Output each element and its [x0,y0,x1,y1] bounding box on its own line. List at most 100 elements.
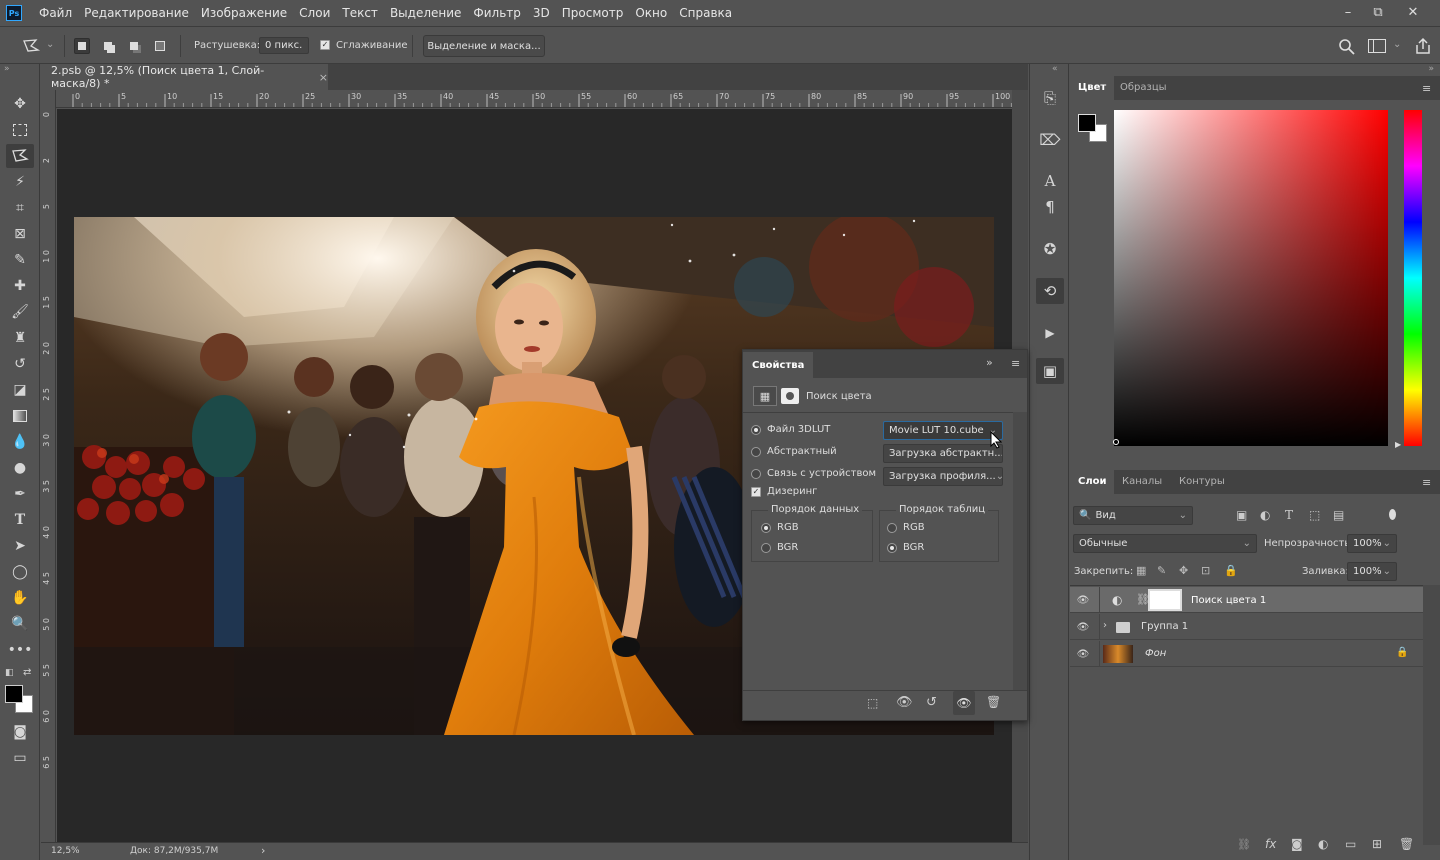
polygonal-lasso-preset-icon[interactable] [20,36,44,56]
adjustments-panel-icon[interactable]: ⟲ [1036,278,1064,304]
add-selection-icon[interactable] [100,38,116,54]
layer-style-fx-icon[interactable]: fx [1265,837,1276,851]
restore-button[interactable]: ⧉ [1363,0,1393,24]
layer-name[interactable]: Поиск цвета 1 [1191,595,1266,606]
table-order-rgb[interactable]: RGB [887,522,925,533]
swap-colors-icon[interactable]: ⇄ [23,667,31,678]
tab-paths[interactable]: Контуры [1179,470,1225,494]
add-mask-icon[interactable]: ◙ [1291,837,1303,851]
visibility-eye-icon[interactable]: 👁 [1076,647,1090,661]
history-panel-icon[interactable]: ⎘ [1036,85,1064,111]
radio-data-rgb[interactable] [761,522,771,533]
menu-window[interactable]: Окно [629,0,673,26]
eraser-tool-icon[interactable]: ◪ [6,378,34,402]
layer-name[interactable]: Фон [1145,648,1166,659]
layer-row[interactable]: 👁 Фон 🔒 [1070,641,1423,667]
menu-filter[interactable]: Фильтр [467,0,526,26]
collapse-panel-icon[interactable]: » [986,356,993,369]
layer-row[interactable]: 👁 ◐ ⛓ Поиск цвета 1 [1070,587,1423,613]
gradient-tool-icon[interactable] [6,404,34,428]
default-colors-icon[interactable]: ◧ [5,668,14,678]
radio-table-rgb[interactable] [887,522,897,533]
link-layers-icon[interactable]: ⛓ [1237,838,1251,851]
workspace-icon[interactable] [1368,39,1386,53]
brush-settings-panel-icon[interactable]: ⌦ [1036,127,1064,153]
color-foreground-swatch[interactable] [1078,114,1096,132]
radio-table-bgr[interactable] [887,542,897,553]
menu-image[interactable]: Изображение [195,0,293,26]
toggle-visibility-icon[interactable]: 👁 [953,691,975,715]
ellipse-tool-icon[interactable]: ◯ [6,560,34,584]
properties-scrollbar[interactable] [1013,412,1027,690]
layer-name[interactable]: Группа 1 [1141,621,1188,632]
search-icon[interactable] [1338,38,1356,56]
filter-pixel-icon[interactable]: ▣ [1236,508,1247,522]
radio-3dlut[interactable] [751,424,761,435]
actions-panel-icon[interactable]: ▶ [1036,320,1064,346]
filter-toggle-switch[interactable] [1389,509,1396,520]
table-order-bgr[interactable]: BGR [887,542,924,553]
layer-filter-select[interactable]: 🔍 Вид ⌄ [1073,506,1193,525]
stamp-tool-icon[interactable]: ♜ [6,326,34,350]
crop-tool-icon[interactable]: ⌗ [6,196,34,220]
device-link-select[interactable]: Загрузка профиля...⌄ [883,467,1003,486]
tab-swatches[interactable]: Образцы [1120,76,1167,100]
menu-select[interactable]: Выделение [384,0,467,26]
radio-data-bgr[interactable] [761,542,771,553]
collapse-toolbar-icon[interactable]: » [4,64,10,74]
option-abstract[interactable]: Абстрактный [751,446,837,457]
tab-channels[interactable]: Каналы [1122,470,1162,494]
data-order-bgr[interactable]: BGR [761,542,798,553]
dodge-tool-icon[interactable]: ● [6,456,34,480]
reset-icon[interactable]: ↺ [926,695,937,710]
quick-mask-icon[interactable]: ◙ [6,720,34,744]
data-order-rgb[interactable]: RGB [761,522,799,533]
group-expand-chevron-icon[interactable]: › [1103,620,1107,631]
lock-artboard-icon[interactable]: ⊡ [1201,564,1210,577]
color-picker-field[interactable] [1114,110,1388,446]
layers-panel-menu-icon[interactable]: ≡ [1422,476,1431,489]
collapse-strip-icon[interactable]: « [1052,64,1058,74]
new-adjustment-icon[interactable]: ◐ [1318,837,1328,851]
mask-properties-icon[interactable] [781,388,799,404]
frame-tool-icon[interactable]: ⊠ [6,222,34,246]
workspace-chevron-icon[interactable]: ⌄ [1393,39,1401,50]
marquee-tool-icon[interactable] [6,118,34,142]
lock-position-icon[interactable]: ✥ [1179,564,1188,577]
more-tools-icon[interactable]: ••• [6,638,34,662]
option-3dlut[interactable]: Файл 3DLUT [751,424,830,435]
brush-tool-icon[interactable]: 🖌 [6,300,34,324]
feather-input[interactable]: 0 пикс. [259,37,309,54]
lock-all-icon[interactable]: 🔒 [1224,564,1238,577]
collapse-right-panel-icon[interactable]: » [1070,64,1440,76]
menu-file[interactable]: Файл [33,0,78,26]
paragraph-panel-icon[interactable]: ¶ [1036,194,1064,220]
properties-panel-icon[interactable]: ▣ [1036,358,1064,384]
adjustment-grid-icon[interactable]: ▦ [753,386,777,406]
blend-mode-select[interactable]: Обычные ⌄ [1073,534,1257,553]
new-selection-icon[interactable] [74,38,90,54]
healing-brush-tool-icon[interactable]: ✚ [6,274,34,298]
menu-text[interactable]: Текст [336,0,384,26]
lock-transparent-icon[interactable]: ▦ [1136,564,1146,577]
share-icon[interactable] [1414,37,1432,55]
menu-3d[interactable]: 3D [527,0,556,26]
layers-scrollbar[interactable] [1423,585,1440,845]
new-layer-icon[interactable]: ⊞ [1372,837,1382,851]
delete-layer-icon[interactable]: 🗑 [1399,837,1414,851]
history-brush-tool-icon[interactable]: ↺ [6,352,34,376]
select-and-mask-button[interactable]: Выделение и маска... [423,35,545,57]
opacity-input[interactable]: 100% ⌄ [1347,534,1397,553]
close-tab-icon[interactable]: × [319,71,328,84]
layer-row[interactable]: 👁 › Группа 1 [1070,614,1423,640]
eyedropper-tool-icon[interactable]: ✎ [6,248,34,272]
option-device-link[interactable]: Связь с устройством [751,468,876,479]
pen-tool-icon[interactable]: ✒ [6,482,34,506]
menu-edit[interactable]: Редактирование [78,0,195,26]
delete-adjustment-icon[interactable]: 🗑 [986,695,1001,709]
minimize-button[interactable]: – [1333,0,1363,24]
color-panel-menu-icon[interactable]: ≡ [1422,82,1431,95]
zoom-level[interactable]: 12,5% [51,846,80,856]
magic-wand-tool-icon[interactable]: ⚡ [6,170,34,194]
path-selection-tool-icon[interactable]: ➤ [6,534,34,558]
